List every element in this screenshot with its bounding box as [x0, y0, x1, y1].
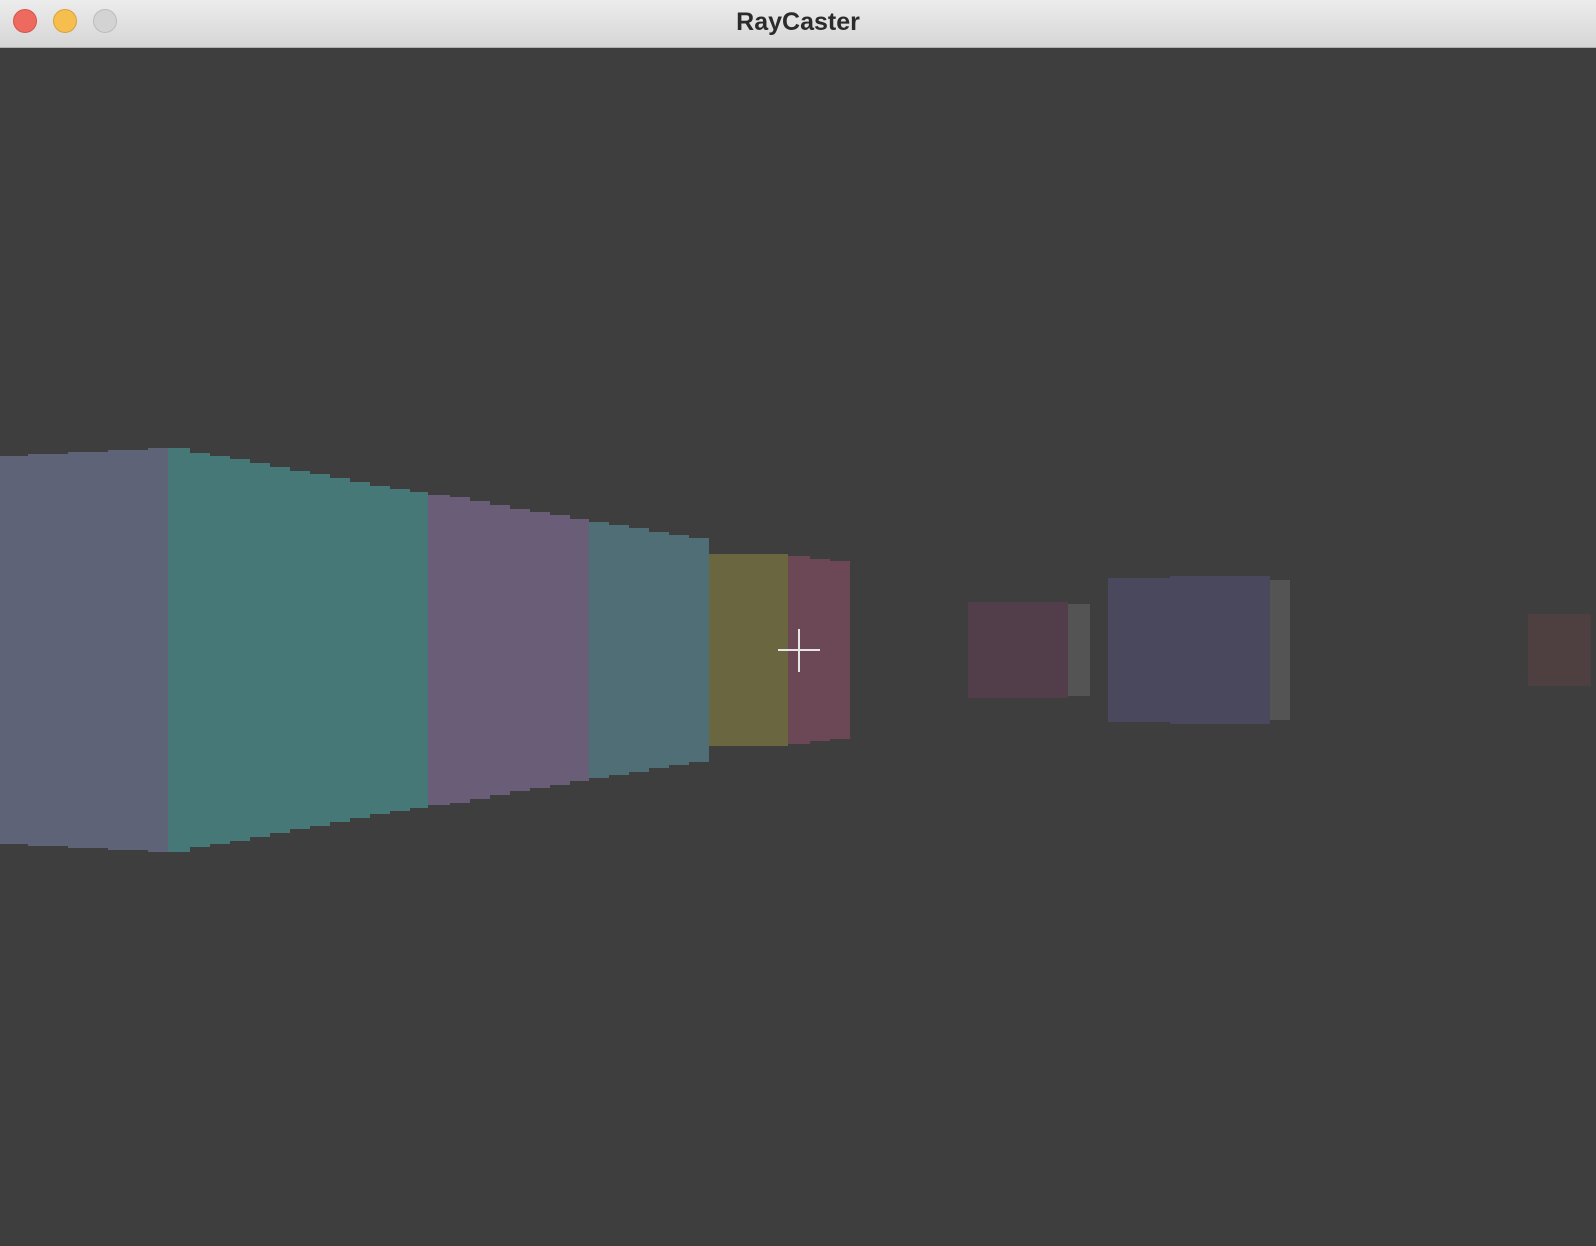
- window-title: RayCaster: [736, 8, 860, 36]
- wall-teal-slice: [210, 456, 230, 844]
- wall-teal-slice: [370, 486, 390, 814]
- wall-teal-slice: [410, 492, 428, 808]
- wall-slate-slice: [148, 448, 168, 852]
- wall-purple-slice: [530, 512, 550, 788]
- wall-purple-slice: [470, 501, 490, 799]
- wall-rose-slice: [830, 561, 850, 739]
- wall-purple-slice: [570, 519, 589, 781]
- wall-teal-slice: [250, 463, 270, 837]
- wall-teal-slice: [330, 478, 350, 822]
- wall-slate-slice: [28, 454, 68, 846]
- wall-slate-slice: [68, 452, 108, 848]
- raycaster-window: RayCaster: [0, 0, 1596, 1246]
- wall-steel-teal-slice: [589, 522, 609, 778]
- raycast-scene: [0, 448, 1591, 852]
- wall-dark-red-slice: [1528, 614, 1591, 686]
- wall-indigo-slice: [1170, 576, 1270, 724]
- wall-teal-slice: [390, 489, 410, 811]
- wall-purple-slice: [510, 509, 530, 791]
- wall-grey-side-slice: [1068, 604, 1090, 696]
- wall-steel-teal-slice: [609, 525, 629, 775]
- wall-indigo-slice: [1108, 578, 1170, 722]
- wall-teal-slice: [270, 467, 290, 833]
- wall-teal-slice: [350, 482, 370, 818]
- wall-purple-slice: [550, 515, 570, 785]
- wall-purple-slice: [490, 505, 510, 795]
- game-viewport[interactable]: [0, 49, 1596, 1246]
- wall-grey-side-slice: [1270, 580, 1290, 720]
- wall-teal-slice: [230, 459, 250, 841]
- wall-teal-slice: [310, 474, 330, 826]
- wall-far-rose-slice: [968, 602, 1068, 698]
- wall-steel-teal-slice: [669, 535, 689, 765]
- title-bar[interactable]: RayCaster: [0, 0, 1596, 48]
- wall-slate-slice: [108, 450, 148, 850]
- wall-teal-slice: [290, 471, 310, 829]
- wall-steel-teal-slice: [689, 538, 709, 762]
- wall-teal-slice: [168, 448, 190, 852]
- wall-teal-slice: [190, 453, 210, 847]
- wall-purple-slice: [450, 497, 470, 803]
- wall-steel-teal-slice: [629, 528, 649, 772]
- wall-olive-slice: [709, 554, 788, 746]
- wall-steel-teal-slice: [649, 532, 669, 768]
- wall-slate-slice: [0, 456, 28, 844]
- wall-purple-slice: [428, 495, 450, 805]
